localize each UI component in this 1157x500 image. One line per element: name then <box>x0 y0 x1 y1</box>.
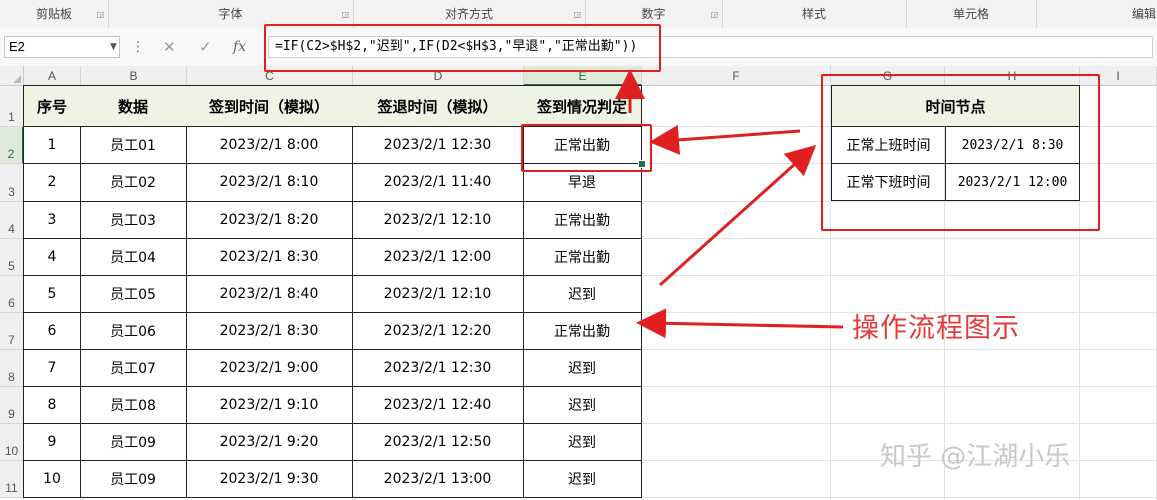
table-cell[interactable]: 2023/2/1 8:00 <box>186 126 353 164</box>
table-cell[interactable]: 员工07 <box>80 349 187 387</box>
table-cell[interactable]: 员工08 <box>80 386 187 424</box>
table-cell[interactable]: 员工04 <box>80 238 187 276</box>
table-cell[interactable]: 迟到 <box>523 460 642 498</box>
table-cell[interactable]: 员工06 <box>80 312 187 350</box>
confirm-icon[interactable]: ✓ <box>199 36 212 58</box>
ribbon-group-label: 字体 <box>218 7 243 21</box>
table-cell[interactable]: 2023/2/1 9:20 <box>186 423 353 461</box>
row-header-1[interactable]: 1 <box>0 86 24 127</box>
table-cell[interactable]: 迟到 <box>523 386 642 424</box>
table-cell[interactable]: 5 <box>23 275 81 313</box>
table-cell[interactable]: 迟到 <box>523 423 642 461</box>
table-cell[interactable]: 2023/2/1 12:50 <box>352 423 524 461</box>
table-cell[interactable]: 1 <box>23 126 81 164</box>
table-cell[interactable]: 正常出勤 <box>523 238 642 276</box>
ribbon-group-label: 对齐方式 <box>444 7 493 21</box>
ribbon-group-editing[interactable]: 编辑 <box>1036 0 1157 28</box>
ribbon-group-label: 数字 <box>641 7 666 21</box>
row-header-4[interactable]: 4 <box>0 202 24 239</box>
formula-highlight-box <box>264 24 661 72</box>
ribbon-group-styles[interactable]: 样式 <box>722 0 907 28</box>
table-cell[interactable]: 迟到 <box>523 349 642 387</box>
table-cell[interactable]: 2023/2/1 12:10 <box>352 275 524 313</box>
table-cell[interactable]: 2023/2/1 9:00 <box>186 349 353 387</box>
select-all-icon <box>13 75 21 83</box>
table-cell[interactable]: 员工09 <box>80 423 187 461</box>
table-cell[interactable]: 10 <box>23 460 81 498</box>
table-cell[interactable]: 员工01 <box>80 126 187 164</box>
table-cell[interactable]: 2023/2/1 12:00 <box>352 238 524 276</box>
table-cell[interactable]: 2023/2/1 9:30 <box>186 460 353 498</box>
table-cell[interactable]: 2023/2/1 8:40 <box>186 275 353 313</box>
table-cell[interactable]: 9 <box>23 423 81 461</box>
table-cell[interactable]: 2023/2/1 12:30 <box>352 349 524 387</box>
ribbon-group-clipboard[interactable]: 剪贴板 ◲ <box>0 0 109 28</box>
dialog-launcher-icon[interactable]: ◲ <box>710 10 718 20</box>
row-header-2[interactable]: 2 <box>0 127 24 164</box>
column-header-b[interactable]: B <box>81 66 187 86</box>
table-header-cell[interactable]: 签到时间（模拟） <box>186 85 353 127</box>
table-cell[interactable]: 2023/2/1 11:40 <box>352 163 524 202</box>
table-header-cell[interactable]: 签到情况判定 <box>523 85 642 127</box>
row-header-10[interactable]: 10 <box>0 424 24 461</box>
watermark: 知乎 @江湖小乐 <box>880 442 1071 472</box>
cancel-icon[interactable]: ✕ <box>163 36 176 58</box>
column-header-f[interactable]: F <box>642 66 831 86</box>
ribbon-group-label: 编辑 <box>1131 7 1156 21</box>
table-cell[interactable]: 2023/2/1 8:30 <box>186 238 353 276</box>
table-cell[interactable]: 2023/2/1 8:10 <box>186 163 353 202</box>
table-cell[interactable]: 7 <box>23 349 81 387</box>
table-cell[interactable]: 2023/2/1 13:00 <box>352 460 524 498</box>
name-box[interactable]: E2 <box>4 36 120 58</box>
table-cell[interactable]: 正常出勤 <box>523 312 642 350</box>
result-cell-highlight-box <box>521 124 652 172</box>
table-cell[interactable]: 2 <box>23 163 81 202</box>
insert-function-icon[interactable]: fx <box>233 36 246 58</box>
dialog-launcher-icon[interactable]: ◲ <box>573 10 581 20</box>
table-cell[interactable]: 2023/2/1 12:40 <box>352 386 524 424</box>
column-header-a[interactable]: A <box>24 66 81 86</box>
row-header-6[interactable]: 6 <box>0 276 24 313</box>
row-header-7[interactable]: 7 <box>0 313 24 350</box>
table-header-cell[interactable]: 序号 <box>23 85 81 127</box>
dialog-launcher-icon[interactable]: ◲ <box>341 10 349 20</box>
table-cell[interactable]: 2023/2/1 12:10 <box>352 201 524 239</box>
table-cell[interactable]: 2023/2/1 8:20 <box>186 201 353 239</box>
table-cell[interactable]: 正常出勤 <box>523 201 642 239</box>
table-cell[interactable]: 2023/2/1 8:30 <box>186 312 353 350</box>
table-cell[interactable]: 8 <box>23 386 81 424</box>
select-all-button[interactable] <box>0 66 24 86</box>
row-header-9[interactable]: 9 <box>0 387 24 424</box>
ribbon-group-label: 剪贴板 <box>35 7 72 21</box>
more-options-icon[interactable]: ⋮ <box>131 36 145 58</box>
ribbon-group-label: 样式 <box>801 7 826 21</box>
table-cell[interactable]: 2023/2/1 12:20 <box>352 312 524 350</box>
table-cell[interactable]: 员工09 <box>80 460 187 498</box>
row-header-5[interactable]: 5 <box>0 239 24 276</box>
time-nodes-highlight-box <box>821 74 1100 231</box>
table-cell[interactable]: 员工03 <box>80 201 187 239</box>
table-header-cell[interactable]: 签退时间（模拟） <box>352 85 524 127</box>
row-header-11[interactable]: 11 <box>0 461 24 498</box>
row-header-3[interactable]: 3 <box>0 164 24 202</box>
row-header-8[interactable]: 8 <box>0 350 24 387</box>
table-cell[interactable]: 员工05 <box>80 275 187 313</box>
table-cell[interactable]: 2023/2/1 12:30 <box>352 126 524 164</box>
chevron-down-icon[interactable]: ▼ <box>110 42 117 52</box>
table-cell[interactable]: 4 <box>23 238 81 276</box>
flow-annotation-label: 操作流程图示 <box>852 313 1020 344</box>
ribbon-group-cells[interactable]: 单元格 <box>906 0 1037 28</box>
table-cell[interactable]: 2023/2/1 9:10 <box>186 386 353 424</box>
table-cell[interactable]: 迟到 <box>523 275 642 313</box>
table-cell[interactable]: 员工02 <box>80 163 187 202</box>
ribbon-group-label: 单元格 <box>952 7 989 21</box>
table-header-cell[interactable]: 数据 <box>80 85 187 127</box>
table-cell[interactable]: 6 <box>23 312 81 350</box>
dialog-launcher-icon[interactable]: ◲ <box>96 10 104 20</box>
table-cell[interactable]: 3 <box>23 201 81 239</box>
